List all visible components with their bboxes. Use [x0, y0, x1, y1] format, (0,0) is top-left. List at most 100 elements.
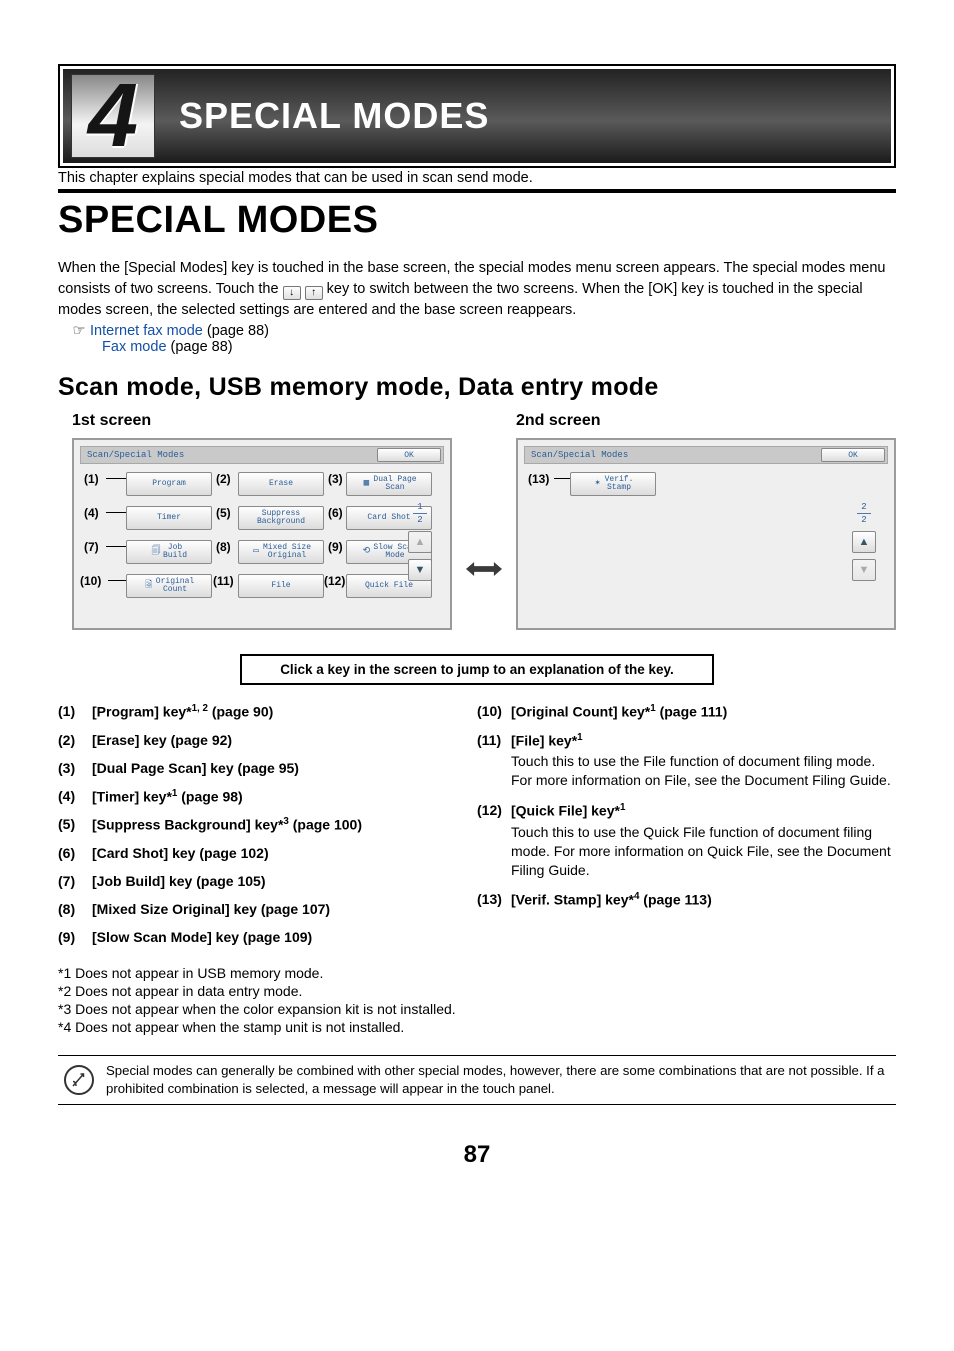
lead-line: [108, 580, 126, 581]
screen1-panel: Scan/Special Modes OK (1) Program (2) Er…: [72, 438, 452, 630]
list-item: (6)[Card Shot] key (page 102): [58, 845, 477, 861]
footnote-line: *3 Does not appear when the color expans…: [58, 1001, 896, 1017]
list-item-number: (9): [58, 929, 92, 945]
panel-title-bar: Scan/Special Modes OK: [80, 446, 444, 464]
up-arrow-button: ↑: [305, 286, 323, 300]
lead-line: [554, 478, 570, 479]
list-item-number: (12): [477, 802, 511, 879]
left-key-list: (1)[Program] key*1, 2 (page 90) (2)[Erase…: [58, 703, 477, 957]
list-item-number: (13): [477, 891, 511, 908]
note-icon: [64, 1065, 94, 1095]
screen2-head: 2nd screen: [516, 412, 896, 430]
slow-scan-icon: ⟲: [361, 547, 371, 556]
list-item: (5)[Suppress Background] key*3 (page 100…: [58, 816, 477, 833]
marker-1: (1): [84, 472, 99, 486]
list-item: (2)[Erase] key (page 92): [58, 732, 477, 748]
dual-page-icon: ▦: [361, 479, 371, 488]
list-item: (3)[Dual Page Scan] key (page 95): [58, 760, 477, 776]
panel-title-bar-2: Scan/Special Modes OK: [524, 446, 888, 464]
mixed-size-key[interactable]: ▭Mixed Size Original: [238, 540, 324, 564]
marker-6: (6): [328, 506, 343, 520]
ok-button[interactable]: OK: [377, 448, 441, 462]
note-text: Special modes can generally be combined …: [106, 1062, 896, 1098]
scroll-up-button-2[interactable]: ▲: [852, 531, 876, 553]
dual-page-scan-key[interactable]: ▦Dual Page Scan: [346, 472, 432, 496]
panel-title-text: Scan/Special Modes: [87, 450, 184, 460]
screen2-panel: Scan/Special Modes OK (13) ✶Verif. Stamp…: [516, 438, 896, 630]
footnotes: *1 Does not appear in USB memory mode.*2…: [58, 965, 896, 1035]
original-count-icon: 🗟: [144, 581, 154, 590]
scroll-up-button[interactable]: ▲: [408, 531, 432, 553]
mixed-size-text: Mixed Size Original: [263, 544, 311, 561]
list-item: (4)[Timer] key*1 (page 98): [58, 788, 477, 805]
xref2-page: (page 88): [167, 339, 233, 355]
file-key[interactable]: File: [238, 574, 324, 598]
suppress-bg-key[interactable]: Suppress Background: [238, 506, 324, 530]
chapter-banner: 4 SPECIAL MODES: [58, 64, 896, 168]
list-item-number: (4): [58, 788, 92, 805]
chapter-title: SPECIAL MODES: [179, 95, 489, 137]
list-item: (1)[Program] key*1, 2 (page 90): [58, 703, 477, 720]
erase-key[interactable]: Erase: [238, 472, 324, 496]
page-indicator-bottom-2: 2: [852, 515, 876, 525]
list-item-description: Touch this to use the File function of d…: [511, 752, 896, 790]
job-build-icon: 🗐: [151, 547, 161, 556]
marker-9: (9): [328, 540, 343, 554]
screen1-head: 1st screen: [72, 412, 452, 430]
program-key[interactable]: Program: [126, 472, 212, 496]
timer-key[interactable]: Timer: [126, 506, 212, 530]
list-item-number: (6): [58, 845, 92, 861]
footnote-line: *2 Does not appear in data entry mode.: [58, 983, 896, 999]
verif-stamp-icon: ✶: [593, 479, 603, 488]
panel1-body: (1) Program (2) Erase (3) ▦Dual Page Sca…: [80, 464, 444, 622]
list-item-text: [Card Shot] key (page 102): [92, 845, 477, 861]
lead-line: [106, 512, 126, 513]
list-item-number: (11): [477, 732, 511, 790]
dual-page-text: Dual Page Scan: [373, 476, 416, 493]
section-divider: [58, 189, 896, 193]
link-internet-fax[interactable]: Internet fax mode: [90, 323, 203, 339]
list-item-number: (1): [58, 703, 92, 720]
marker-10: (10): [80, 574, 101, 588]
marker-12: (12): [324, 574, 345, 588]
page-indicator-divider: [413, 513, 427, 514]
right-key-list: (10)[Original Count] key*1 (page 111)(11…: [477, 703, 896, 957]
list-item: (11)[File] key*1Touch this to use the Fi…: [477, 732, 896, 790]
double-arrow-icon: [466, 554, 502, 584]
list-item: (8)[Mixed Size Original] key (page 107): [58, 901, 477, 917]
body-paragraph: When the [Special Modes] key is touched …: [58, 258, 896, 321]
pointer-icon: ☞: [72, 323, 86, 339]
list-item-number: (2): [58, 732, 92, 748]
panel2-body: (13) ✶Verif. Stamp 2 2 ▲ ▼: [524, 464, 888, 622]
list-item-number: (7): [58, 873, 92, 889]
marker-7: (7): [84, 540, 99, 554]
job-build-key[interactable]: 🗐Job Build: [126, 540, 212, 564]
list-item-text: [Dual Page Scan] key (page 95): [92, 760, 477, 776]
intro-text: This chapter explains special modes that…: [58, 168, 896, 189]
marker-2: (2): [216, 472, 231, 486]
list-item-text: [Slow Scan Mode] key (page 109): [92, 929, 477, 945]
verif-stamp-key[interactable]: ✶Verif. Stamp: [570, 472, 656, 496]
page-number: 87: [58, 1141, 896, 1169]
down-arrow-button: ↓: [283, 286, 301, 300]
list-item-text: [Suppress Background] key*3 (page 100): [92, 816, 477, 833]
list-item-number: (8): [58, 901, 92, 917]
list-item-text: [File] key*1Touch this to use the File f…: [511, 732, 896, 790]
link-fax-mode[interactable]: Fax mode: [102, 339, 166, 355]
scroll-down-button-2[interactable]: ▼: [852, 559, 876, 581]
list-item: (12)[Quick File] key*1Touch this to use …: [477, 802, 896, 879]
marker-13: (13): [528, 472, 549, 486]
marker-11: (11): [213, 574, 234, 588]
lead-line: [106, 546, 126, 547]
original-count-key[interactable]: 🗟Original Count: [126, 574, 212, 598]
section-title: SPECIAL MODES: [58, 199, 896, 242]
lead-line: [106, 478, 126, 479]
footnote-line: *4 Does not appear when the stamp unit i…: [58, 1019, 896, 1035]
page-indicator-top-2: 2: [852, 502, 876, 512]
list-item-text: [Timer] key*1 (page 98): [92, 788, 477, 805]
list-item-text: [Verif. Stamp] key*4 (page 113): [511, 891, 896, 908]
scroll-down-button[interactable]: ▼: [408, 559, 432, 581]
ok-button-2[interactable]: OK: [821, 448, 885, 462]
xref1-page: (page 88): [203, 323, 269, 339]
list-item-text: [Program] key*1, 2 (page 90): [92, 703, 477, 720]
